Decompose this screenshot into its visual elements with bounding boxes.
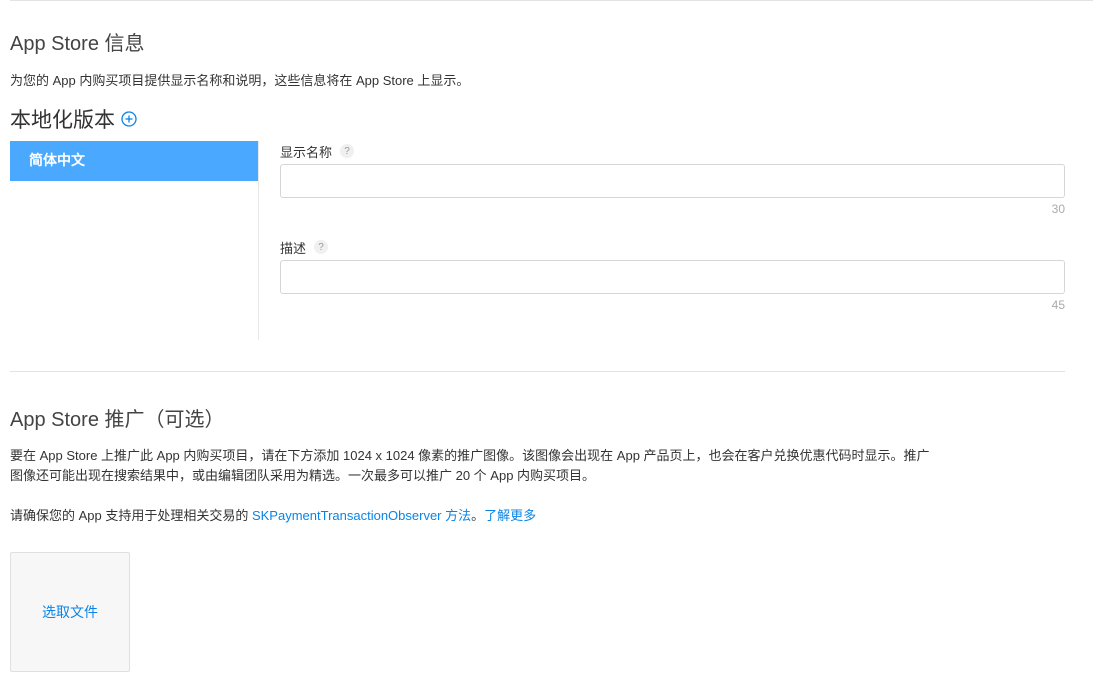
- promotion-paragraph-line2: 图像还可能出现在搜索结果中，或由编辑团队采用为精选。一次最多可以推广 20 个 …: [10, 468, 596, 483]
- app-store-info-description: 为您的 App 内购买项目提供显示名称和说明，这些信息将在 App Store …: [10, 73, 470, 88]
- learn-more-link[interactable]: 了解更多: [484, 508, 536, 523]
- transaction-note-separator: 。: [471, 508, 485, 523]
- transaction-note-prefix: 请确保您的 App 支持用于处理相关交易的: [10, 508, 252, 523]
- display-name-help-icon[interactable]: ?: [340, 144, 355, 158]
- app-store-info-title: App Store 信息: [10, 33, 145, 55]
- language-list: 简体中文: [10, 141, 259, 340]
- description-field-group: 描述 ? 45: [280, 237, 1065, 312]
- promotion-title: App Store 推广（可选）: [10, 409, 225, 431]
- description-char-counter: 45: [1051, 298, 1065, 312]
- promotion-paragraph-line1: 要在 App Store 上推广此 App 内购买项目，请在下方添加 1024 …: [10, 448, 930, 463]
- display-name-input[interactable]: [280, 164, 1065, 198]
- sk-payment-observer-link[interactable]: SKPaymentTransactionObserver 方法: [252, 508, 471, 523]
- display-name-label-row: 显示名称 ?: [280, 141, 1065, 161]
- add-localization-icon[interactable]: [121, 111, 137, 127]
- language-item-zh-hans[interactable]: 简体中文: [10, 141, 258, 181]
- choose-file-button[interactable]: 选取文件: [10, 552, 130, 672]
- section-divider: [10, 371, 1065, 372]
- page: App Store 信息 为您的 App 内购买项目提供显示名称和说明，这些信息…: [0, 0, 1093, 680]
- display-name-field-group: 显示名称 ? 30: [280, 141, 1065, 216]
- description-label: 描述: [280, 240, 307, 256]
- top-divider: [10, 0, 1093, 1]
- description-label-row: 描述 ?: [280, 237, 1065, 257]
- description-help-icon[interactable]: ?: [314, 240, 329, 254]
- transaction-observer-note: 请确保您的 App 支持用于处理相关交易的 SKPaymentTransacti…: [10, 506, 536, 526]
- localization-title: 本地化版本: [10, 109, 115, 132]
- description-input[interactable]: [280, 260, 1065, 294]
- localization-header: 本地化版本: [10, 104, 137, 134]
- choose-file-label: 选取文件: [42, 604, 98, 620]
- display-name-label: 显示名称: [280, 144, 333, 160]
- display-name-char-counter: 30: [1051, 202, 1065, 216]
